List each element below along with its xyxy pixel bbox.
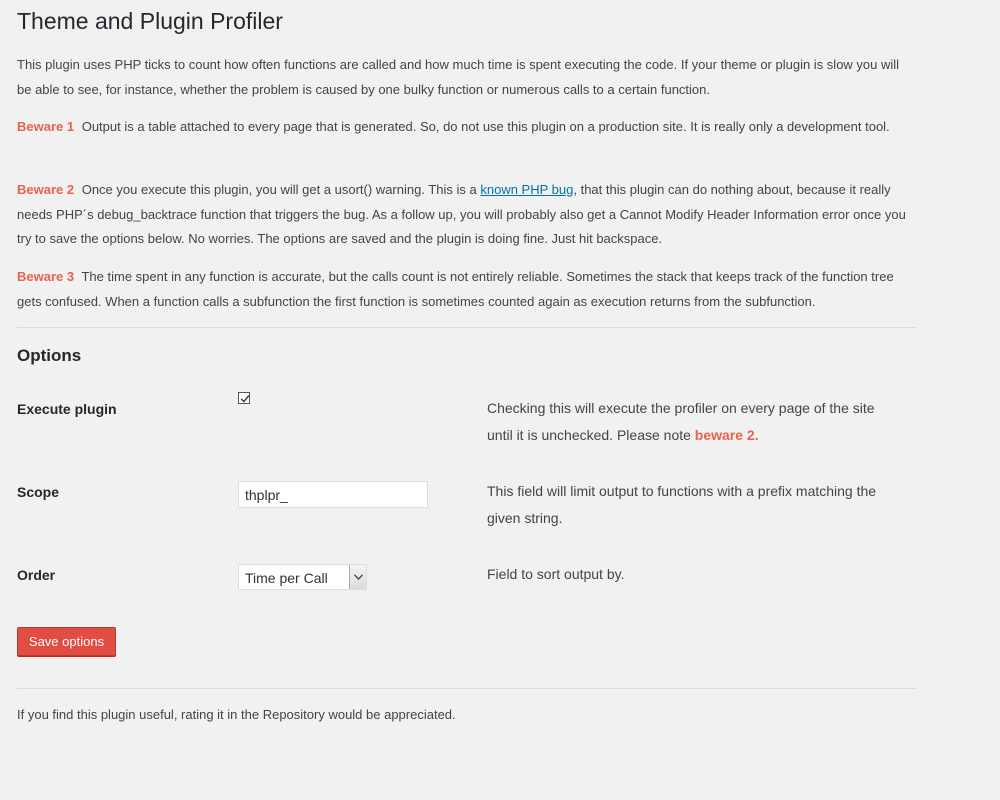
- order-select[interactable]: Time per Call: [238, 564, 367, 590]
- order-select-value: Time per Call: [245, 570, 328, 586]
- execute-plugin-checkbox[interactable]: [238, 392, 250, 404]
- beware-2-paragraph: Beware 2 Once you execute this plugin, y…: [17, 178, 917, 252]
- beware-3-label: Beware 3: [17, 269, 75, 284]
- page-title: Theme and Plugin Profiler: [17, 8, 283, 34]
- beware-2-text-before: Once you execute this plugin, you will g…: [81, 182, 477, 197]
- scope-description: This field will limit output to function…: [487, 483, 877, 526]
- divider-top: [17, 327, 917, 328]
- known-php-bug-link[interactable]: known PHP bug: [480, 182, 573, 197]
- chevron-down-icon: [354, 574, 363, 580]
- beware-2-label: Beware 2: [17, 182, 75, 197]
- save-options-button[interactable]: Save options: [17, 627, 116, 656]
- execute-plugin-description: Checking this will execute the profiler …: [487, 395, 897, 449]
- beware-3-text: The time spent in any function is accura…: [17, 269, 894, 309]
- order-select-button[interactable]: [349, 565, 366, 589]
- scope-input[interactable]: [238, 481, 428, 508]
- execute-plugin-desc-text: Checking this will execute the profiler …: [487, 400, 875, 443]
- footer-note: If you find this plugin useful, rating i…: [17, 707, 456, 722]
- intro-paragraph: This plugin uses PHP ticks to count how …: [17, 57, 900, 97]
- beware-1-label: Beware 1: [17, 119, 75, 134]
- execute-plugin-desc-highlight: beware 2.: [694, 427, 759, 443]
- beware-1-text: Output is a table attached to every page…: [81, 119, 890, 134]
- scope-label: Scope: [17, 484, 60, 500]
- order-label: Order: [17, 567, 56, 583]
- execute-plugin-label: Execute plugin: [17, 401, 117, 417]
- beware-3-paragraph: Beware 3 The time spent in any function …: [17, 265, 917, 314]
- beware-1-paragraph: Beware 1 Output is a table attached to e…: [17, 115, 917, 140]
- order-description: Field to sort output by.: [487, 566, 625, 582]
- checkmark-icon: [240, 394, 250, 403]
- divider-bottom: [17, 688, 917, 689]
- options-heading: Options: [17, 346, 82, 365]
